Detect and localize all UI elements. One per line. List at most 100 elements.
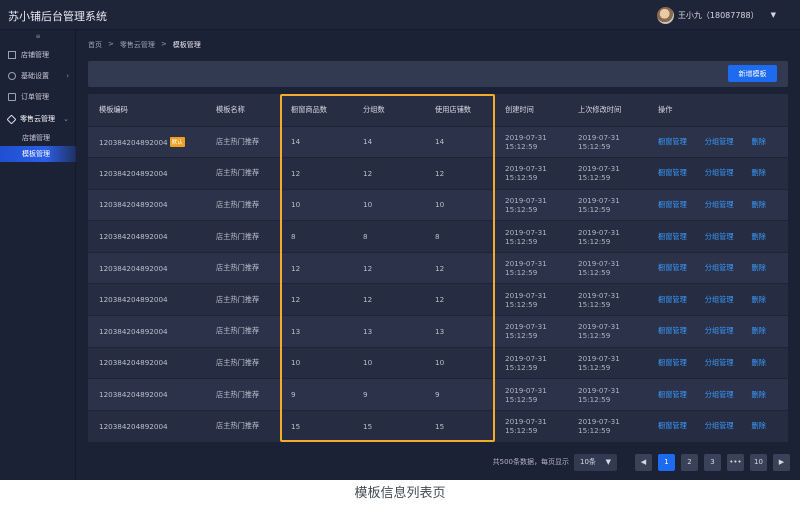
delete-link[interactable]: 删除 [752, 137, 766, 146]
page-button-2[interactable]: 2 [681, 453, 698, 471]
cell-modified: 2019-07-31 15:12:59 [567, 346, 647, 379]
app-title: 苏小铺后台管理系统 [8, 10, 107, 23]
group-manage-link[interactable]: 分组管理 [705, 295, 734, 304]
add-template-button[interactable]: 新增模板 [728, 65, 777, 82]
group-manage-link[interactable]: 分组管理 [705, 263, 734, 272]
user-name[interactable]: 王小九（18087788） [678, 10, 759, 21]
gear-icon [8, 72, 16, 80]
user-menu[interactable]: 王小九（18087788） ▼ [656, 5, 776, 25]
delete-link[interactable]: 删除 [752, 326, 766, 335]
modified-time: 15:12:59 [578, 204, 611, 214]
modified-time: 15:12:59 [578, 236, 611, 246]
window-manage-link[interactable]: 橱窗管理 [658, 168, 687, 177]
column-header: 上次修改时间 [578, 104, 622, 114]
created-time: 15:12:59 [505, 204, 538, 214]
sidebar-subitem-shop-management[interactable]: 店铺管理 [0, 130, 76, 146]
window-manage-link[interactable]: 橱窗管理 [658, 200, 687, 209]
menu-collapse-icon[interactable]: ≡ [0, 32, 76, 42]
cell-name: 店主热门推荐 [205, 378, 280, 411]
group-manage-link[interactable]: 分组管理 [705, 358, 734, 367]
created-time: 15:12:59 [505, 394, 538, 404]
delete-link[interactable]: 删除 [752, 295, 766, 304]
delete-link[interactable]: 删除 [752, 263, 766, 272]
breadcrumb-home[interactable]: 首页 [88, 40, 102, 50]
top-bar: 苏小铺后台管理系统 王小九（18087788） ▼ [0, 0, 800, 30]
template-code: 120384204892004 [99, 263, 168, 273]
group-manage-link[interactable]: 分组管理 [705, 326, 734, 335]
created-time: 15:12:59 [505, 299, 538, 309]
template-code: 120384204892004 [99, 421, 168, 431]
group-manage-link[interactable]: 分组管理 [705, 200, 734, 209]
cell-shop-count: 8 [424, 220, 494, 253]
document-icon [8, 93, 16, 101]
cell-modified: 2019-07-31 15:12:59 [567, 283, 647, 316]
window-manage-link[interactable]: 橱窗管理 [658, 295, 687, 304]
next-page-button[interactable]: ▶ [773, 453, 790, 471]
cell-created: 2019-07-31 15:12:59 [494, 188, 567, 221]
modified-time: 15:12:59 [578, 426, 611, 436]
page-button-1[interactable]: 1 [658, 453, 675, 471]
sidebar-item-retail-cloud[interactable]: 零售云管理 ⌄ [0, 109, 76, 129]
table-row: 120384204892004 店主热门推荐 15 15 15 2019-07-31 15:… [88, 409, 788, 442]
cell-modified: 2019-07-31 15:12:59 [567, 188, 647, 221]
breadcrumb-current: 模板管理 [172, 41, 201, 49]
template-code: 120384204892004 [99, 232, 168, 242]
window-manage-link[interactable]: 橱窗管理 [658, 358, 687, 367]
page-size-select[interactable]: 10条 ▼ [574, 453, 617, 471]
page-caption: 模板信息列表页 [0, 480, 800, 507]
page-button-last[interactable]: 10 [750, 453, 767, 471]
cell-modified: 2019-07-31 15:12:59 [567, 220, 647, 253]
group-manage-link[interactable]: 分组管理 [705, 232, 734, 241]
created-date: 2019-07-31 [505, 290, 547, 300]
group-manage-link[interactable]: 分组管理 [705, 421, 734, 430]
sidebar-item-order-management[interactable]: 订单管理 [0, 87, 76, 107]
sidebar-item-shop-management[interactable]: 店铺管理 [0, 45, 76, 65]
window-manage-link[interactable]: 橱窗管理 [658, 263, 687, 272]
window-manage-link[interactable]: 橱窗管理 [658, 390, 687, 399]
chevron-right-icon: › [66, 72, 69, 80]
table-header-row: 模板编码 模板名称 橱窗商品数 分组数 使用店铺数 创建时间 上次修改时间 操作 [88, 94, 788, 126]
window-manage-link[interactable]: 橱窗管理 [658, 326, 687, 335]
cell-name: 店主热门推荐 [205, 409, 280, 442]
delete-link[interactable]: 删除 [752, 168, 766, 177]
cell-window-count: 12 [280, 283, 352, 316]
delete-link[interactable]: 删除 [752, 358, 766, 367]
delete-link[interactable]: 删除 [752, 232, 766, 241]
delete-link[interactable]: 删除 [752, 200, 766, 209]
window-manage-link[interactable]: 橱窗管理 [658, 232, 687, 241]
caret-down-icon: ▼ [605, 458, 611, 466]
template-code: 120384204892004 [99, 358, 168, 368]
sidebar-item-basic-settings[interactable]: 基础设置 › [0, 66, 76, 86]
breadcrumb: 首页 > 零售云管理 > 模板管理 [88, 40, 201, 50]
cell-group-count: 10 [352, 346, 424, 379]
cell-code: 120384204892004 [88, 157, 205, 190]
group-manage-link[interactable]: 分组管理 [705, 137, 734, 146]
delete-link[interactable]: 删除 [752, 421, 766, 430]
group-manage-link[interactable]: 分组管理 [705, 168, 734, 177]
cell-modified: 2019-07-31 15:12:59 [567, 157, 647, 190]
window-manage-link[interactable]: 橱窗管理 [658, 421, 687, 430]
cell-window-count: 10 [280, 188, 352, 221]
window-manage-link[interactable]: 橱窗管理 [658, 137, 687, 146]
group-manage-link[interactable]: 分组管理 [705, 390, 734, 399]
cell-name: 店主热门推荐 [205, 251, 280, 284]
cell-code: 120384204892004 [88, 188, 205, 221]
cell-code: 120384204892004 [88, 315, 205, 348]
caret-down-icon[interactable]: ▼ [771, 11, 776, 19]
cell-shop-count: 12 [424, 251, 494, 284]
avatar[interactable] [656, 6, 674, 24]
created-time: 15:12:59 [505, 331, 538, 341]
cell-name: 店主热门推荐 [205, 346, 280, 379]
created-date: 2019-07-31 [505, 353, 547, 363]
breadcrumb-retail-cloud[interactable]: 零售云管理 [120, 40, 155, 50]
created-time: 15:12:59 [505, 426, 538, 436]
cell-shop-count: 12 [424, 283, 494, 316]
main-content: 首页 > 零售云管理 > 模板管理 新增模板 模板编码 模板名称 橱窗商品数 分… [77, 30, 800, 480]
page-button-3[interactable]: 3 [704, 453, 721, 471]
prev-page-button[interactable]: ◀ [635, 453, 652, 471]
page-ellipsis[interactable]: ••• [727, 453, 744, 471]
sidebar-subitem-template-management[interactable]: 模板管理 [0, 146, 76, 162]
column-header: 模板编码 [99, 104, 128, 114]
cell-created: 2019-07-31 15:12:59 [494, 220, 567, 253]
delete-link[interactable]: 删除 [752, 390, 766, 399]
